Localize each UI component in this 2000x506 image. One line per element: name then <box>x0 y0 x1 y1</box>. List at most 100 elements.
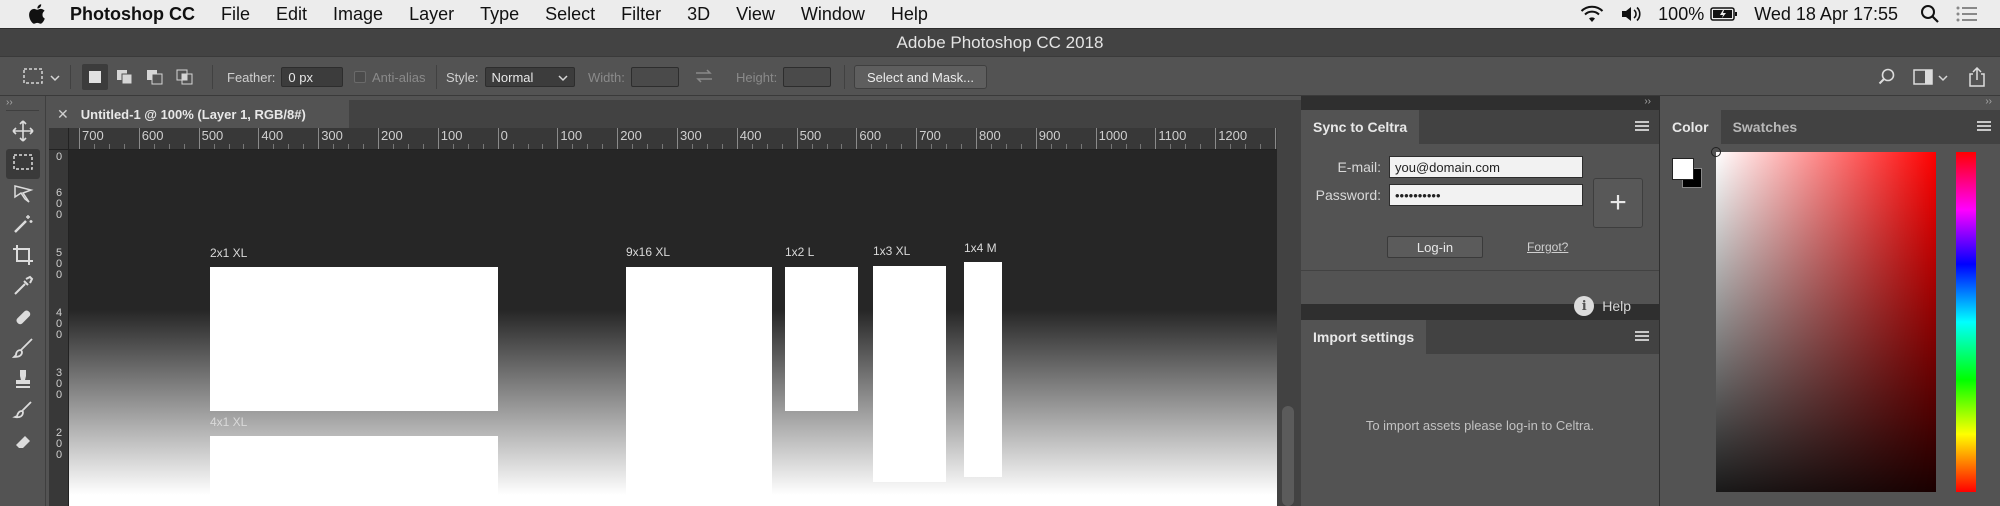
collapse-arrows-icon[interactable]: ›› <box>1985 96 1992 107</box>
ad-frame-4x1-xl[interactable] <box>210 436 498 506</box>
scrollbar-thumb[interactable] <box>1282 406 1294 506</box>
menu-window[interactable]: Window <box>788 4 878 25</box>
menu-file[interactable]: File <box>208 4 263 25</box>
ruler-minor-tick <box>123 144 125 149</box>
ruler-minor-tick <box>901 144 903 149</box>
collapse-arrows-icon[interactable]: ›› <box>0 96 45 110</box>
subtract-from-selection-button[interactable] <box>142 64 168 90</box>
password-field[interactable]: •••••••••• <box>1389 184 1583 206</box>
vertical-scrollbar[interactable] <box>1277 128 1301 506</box>
ruler-tick-label: 200 <box>617 128 642 149</box>
anti-alias-checkbox[interactable] <box>354 71 366 83</box>
window-title: Adobe Photoshop CC 2018 <box>896 32 1104 52</box>
menu-type[interactable]: Type <box>467 4 532 25</box>
intersect-selection-button[interactable] <box>172 64 198 90</box>
ruler-origin[interactable] <box>49 128 69 150</box>
ruler-minor-tick <box>213 144 215 149</box>
spotlight-search-icon[interactable] <box>1920 4 1940 24</box>
document-tab[interactable]: ✕ Untitled-1 @ 100% (Layer 1, RGB/8#) <box>49 100 349 128</box>
panel-menu-icon[interactable] <box>1977 121 1991 133</box>
ruler-minor-tick <box>1020 144 1022 149</box>
notification-center-icon[interactable] <box>1956 5 1978 23</box>
menu-view[interactable]: View <box>723 4 788 25</box>
frame-label: 4x1 XL <box>210 415 248 429</box>
ruler-minor-tick <box>1080 144 1082 149</box>
menu-layer[interactable]: Layer <box>396 4 467 25</box>
chevron-down-icon[interactable] <box>1938 70 1948 85</box>
ruler-minor-tick <box>348 144 350 149</box>
horizontal-ruler[interactable]: 700 600 500 400 300 200 100 0 100 200 300 400 500 600… <box>69 128 1277 150</box>
brush-icon <box>11 337 34 364</box>
tab-import-settings[interactable]: Import settings <box>1301 320 1427 354</box>
add-to-selection-button[interactable] <box>112 64 138 90</box>
tab-color[interactable]: Color <box>1660 110 1721 144</box>
wifi-icon[interactable] <box>1580 5 1604 23</box>
ruler-tick-label: 700 <box>79 128 104 149</box>
move-tool[interactable] <box>6 118 40 148</box>
panel-menu-icon[interactable] <box>1635 331 1649 343</box>
ruler-minor-tick <box>363 144 365 149</box>
frame-label: 9x16 XL <box>626 245 671 259</box>
ruler-tick-label: 5 0 0 <box>55 247 63 281</box>
history-brush-tool[interactable] <box>6 397 40 427</box>
email-field[interactable]: you@domain.com <box>1389 156 1583 178</box>
ad-frame-1x2-l[interactable] <box>785 267 858 411</box>
feather-input[interactable]: 0 px <box>281 67 344 87</box>
forgot-password-link[interactable]: Forgot? <box>1527 240 1568 254</box>
clone-stamp-tool[interactable] <box>6 366 40 396</box>
menu-3d[interactable]: 3D <box>674 4 723 25</box>
ad-frame-1x4-m[interactable] <box>964 262 1002 477</box>
new-selection-button[interactable] <box>82 64 108 90</box>
magic-wand-tool[interactable] <box>6 211 40 241</box>
ruler-minor-tick <box>482 144 484 149</box>
color-picker-handle[interactable] <box>1711 147 1721 157</box>
apple-icon[interactable] <box>22 0 52 28</box>
menu-image[interactable]: Image <box>320 4 396 25</box>
ruler-minor-tick <box>946 144 948 149</box>
ruler-minor-tick <box>407 144 409 149</box>
brush-tool[interactable] <box>6 335 40 365</box>
document-canvas[interactable]: 2x1 XL 4x1 XL 9x16 XL 1x2 L 1x3 XL 1x4 M <box>69 150 1277 506</box>
clock[interactable]: Wed 18 Apr 17:55 <box>1754 4 1898 25</box>
menu-edit[interactable]: Edit <box>263 4 320 25</box>
login-button[interactable]: Log-in <box>1387 236 1483 258</box>
workspace-icon[interactable] <box>1912 66 1934 88</box>
ruler-minor-tick <box>587 144 589 149</box>
swap-width-height-icon <box>694 68 714 87</box>
menu-filter[interactable]: Filter <box>608 4 674 25</box>
add-button[interactable]: + <box>1593 178 1643 228</box>
collapse-arrows-icon[interactable]: ›› <box>1644 96 1651 107</box>
menu-app-name[interactable]: Photoshop CC <box>52 4 208 25</box>
ruler-minor-tick <box>153 144 155 149</box>
panel-menu-icon[interactable] <box>1635 121 1649 133</box>
tab-swatches[interactable]: Swatches <box>1721 110 1810 144</box>
search-icon[interactable] <box>1876 66 1898 88</box>
eraser-tool[interactable] <box>6 428 40 458</box>
tool-preset-picker[interactable] <box>22 57 60 97</box>
close-icon[interactable]: ✕ <box>57 106 69 123</box>
ruler-tick-label: 500 <box>198 128 223 149</box>
hue-slider[interactable] <box>1956 152 1976 492</box>
healing-brush-tool[interactable] <box>6 304 40 334</box>
vertical-ruler[interactable]: 0 6 0 0 5 0 0 4 0 0 3 0 0 2 0 0 <box>49 150 69 506</box>
ad-frame-1x3-xl[interactable] <box>873 266 946 482</box>
color-spectrum-field[interactable] <box>1711 147 1936 492</box>
crop-tool[interactable] <box>6 242 40 272</box>
tab-sync-to-celtra[interactable]: Sync to Celtra <box>1301 110 1420 144</box>
menu-help[interactable]: Help <box>878 4 941 25</box>
volume-icon[interactable] <box>1620 5 1642 23</box>
lasso-tool[interactable] <box>6 180 40 210</box>
help-link[interactable]: i Help <box>1574 296 1631 316</box>
battery-icon[interactable] <box>1710 6 1738 22</box>
menu-select[interactable]: Select <box>532 4 608 25</box>
color-panel: ›› Color Swatches <box>1659 96 2000 506</box>
eyedropper-tool[interactable] <box>6 273 40 303</box>
foreground-color-swatch[interactable] <box>1672 158 1694 180</box>
share-icon[interactable] <box>1966 66 1988 88</box>
marquee-tool[interactable] <box>6 149 40 179</box>
style-select[interactable]: Normal <box>484 67 575 87</box>
frame-label: 1x2 L <box>785 245 815 259</box>
ad-frame-2x1-xl[interactable] <box>210 267 498 411</box>
ad-frame-9x16-xl[interactable] <box>626 267 772 506</box>
select-and-mask-button[interactable]: Select and Mask... <box>854 65 987 89</box>
